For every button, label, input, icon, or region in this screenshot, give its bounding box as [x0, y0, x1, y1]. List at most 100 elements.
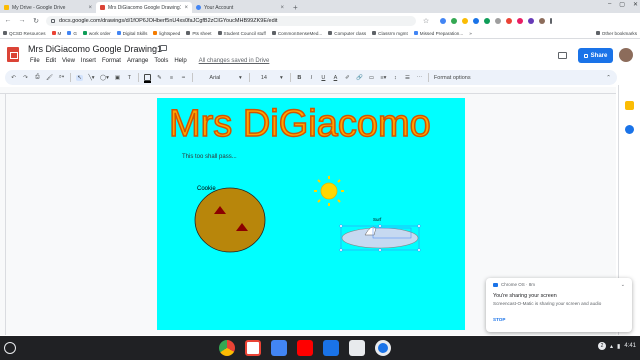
- other-bookmarks[interactable]: Other bookmarks: [595, 31, 637, 36]
- minimize-icon[interactable]: –: [608, 1, 611, 8]
- surfboard-shape[interactable]: [339, 224, 421, 252]
- text-box-icon[interactable]: T: [126, 75, 133, 81]
- zoom-icon[interactable]: ⌕▾: [58, 74, 65, 81]
- close-icon[interactable]: ×: [280, 5, 284, 11]
- chrome-icon[interactable]: [219, 340, 235, 356]
- new-tab-button[interactable]: +: [288, 2, 303, 13]
- bookmark[interactable]: Missed Preparation...: [413, 31, 463, 36]
- bookmark[interactable]: lightspeed: [153, 31, 180, 36]
- border-weight-icon[interactable]: ≡: [168, 75, 175, 81]
- shape-icon[interactable]: ◯▾: [100, 75, 109, 81]
- bookmark[interactable]: Classrm mgmt: [372, 31, 408, 36]
- bookmark[interactable]: Digital Skills: [116, 31, 147, 36]
- bookmark[interactable]: QCSD Resources: [3, 31, 46, 36]
- docs-icon[interactable]: [271, 340, 287, 356]
- launcher-icon[interactable]: [4, 342, 16, 354]
- menu-view[interactable]: View: [62, 58, 75, 64]
- extension-icon[interactable]: [506, 17, 512, 24]
- font-size-select[interactable]: 14: [255, 75, 273, 81]
- extension-icon[interactable]: [484, 17, 490, 24]
- files-icon[interactable]: [323, 340, 339, 356]
- cookie-label[interactable]: Cookie: [197, 186, 216, 192]
- bookmark[interactable]: Student Council stuff: [217, 31, 266, 36]
- bookmark[interactable]: M: [51, 31, 61, 36]
- bookmark[interactable]: Computer class: [328, 31, 366, 36]
- bookmark[interactable]: Pts sheet: [186, 31, 212, 36]
- list-icon[interactable]: ☰: [404, 75, 411, 81]
- print-icon[interactable]: ⎙: [34, 74, 41, 81]
- close-window-icon[interactable]: ✕: [633, 1, 638, 8]
- image-icon[interactable]: ▣: [114, 75, 121, 81]
- stop-sharing-button[interactable]: STOP: [493, 317, 625, 322]
- text-color-button[interactable]: A: [332, 75, 339, 81]
- star-icon[interactable]: ☆: [151, 45, 158, 54]
- avatar[interactable]: [619, 48, 633, 62]
- close-icon[interactable]: ×: [184, 5, 188, 11]
- font-select[interactable]: Arial: [198, 75, 232, 81]
- extension-icon[interactable]: [528, 17, 534, 24]
- drawing-svg[interactable]: Mrs DiGiacomo This too shall pass... Coo…: [157, 98, 465, 330]
- format-options-button[interactable]: Format options: [434, 75, 471, 81]
- extension-icon[interactable]: [495, 17, 501, 24]
- camera-icon[interactable]: [349, 340, 365, 356]
- border-dash-icon[interactable]: ┅: [180, 75, 187, 81]
- tab-account[interactable]: Your Account ×: [192, 2, 288, 13]
- fill-color-icon[interactable]: [143, 74, 151, 83]
- extension-icon[interactable]: [462, 17, 468, 24]
- comment-add-icon[interactable]: ▭: [368, 75, 375, 81]
- cookie-shape[interactable]: [194, 187, 266, 253]
- menu-help[interactable]: Help: [174, 58, 186, 64]
- extension-icon[interactable]: [451, 17, 457, 24]
- screencast-icon[interactable]: [375, 340, 391, 356]
- drawing-subtitle[interactable]: This too shall pass...: [182, 154, 237, 160]
- tab-my-drive[interactable]: My Drive - Google Drive ×: [0, 2, 96, 13]
- document-title[interactable]: Mrs DiGiacomo Google Drawing1: [28, 44, 162, 54]
- drawing-canvas[interactable]: Mrs DiGiacomo This too shall pass... Coo…: [157, 98, 465, 330]
- chevron-down-icon[interactable]: ⌄: [621, 282, 625, 288]
- select-icon[interactable]: ↖: [76, 74, 83, 81]
- menu-insert[interactable]: Insert: [81, 58, 96, 64]
- share-button[interactable]: Share: [578, 48, 613, 63]
- surf-label[interactable]: Surf: [373, 217, 382, 222]
- more-icon[interactable]: ⋯: [416, 75, 423, 81]
- back-icon[interactable]: ←: [4, 17, 12, 24]
- reload-icon[interactable]: ↻: [32, 17, 40, 25]
- menu-format[interactable]: Format: [102, 58, 121, 64]
- paint-format-icon[interactable]: 🖌: [46, 75, 53, 81]
- youtube-icon[interactable]: [297, 340, 313, 356]
- undo-icon[interactable]: ↶: [10, 75, 17, 81]
- gmail-icon[interactable]: [245, 340, 261, 356]
- close-icon[interactable]: ×: [88, 5, 92, 11]
- profile-avatar[interactable]: [539, 17, 545, 24]
- bold-button[interactable]: B: [296, 75, 303, 81]
- forward-icon[interactable]: →: [18, 17, 26, 24]
- drawings-logo-icon[interactable]: [7, 47, 19, 62]
- border-color-icon[interactable]: ✎: [156, 75, 163, 81]
- extension-icon[interactable]: [440, 17, 446, 24]
- menu-tools[interactable]: Tools: [154, 58, 168, 64]
- drawing-title[interactable]: Mrs DiGiacomo: [168, 102, 431, 146]
- comment-icon[interactable]: [558, 52, 567, 59]
- link-icon[interactable]: 🔗: [356, 75, 363, 81]
- shape-line-icon[interactable]: ╲▾: [88, 75, 95, 81]
- italic-button[interactable]: I: [308, 75, 315, 81]
- redo-icon[interactable]: ↷: [22, 75, 29, 81]
- bookmark[interactable]: CommonSenseMed...: [271, 31, 322, 36]
- keep-icon[interactable]: [625, 101, 634, 110]
- save-status[interactable]: All changes saved in Drive: [199, 58, 270, 64]
- extension-icon[interactable]: [473, 17, 479, 24]
- collapse-icon[interactable]: ⌃: [605, 75, 612, 81]
- status-area[interactable]: 2 ▴ ▮ 4:41: [597, 342, 636, 350]
- bookmark[interactable]: G: [67, 31, 77, 36]
- line-spacing-icon[interactable]: ↕: [392, 75, 399, 81]
- menu-file[interactable]: File: [30, 58, 40, 64]
- align-icon[interactable]: ≡▾: [380, 75, 387, 81]
- bookmark[interactable]: work order: [82, 31, 111, 36]
- highlight-icon[interactable]: ✐: [344, 75, 351, 81]
- tab-drawing[interactable]: Mrs DiGiacomo Google Drawing1 ×: [96, 2, 192, 13]
- folder-icon[interactable]: [160, 45, 167, 51]
- extension-icon[interactable]: [517, 17, 523, 24]
- menu-arrange[interactable]: Arrange: [127, 58, 148, 64]
- maximize-icon[interactable]: ▢: [619, 1, 625, 8]
- sun-shape[interactable]: [314, 176, 344, 206]
